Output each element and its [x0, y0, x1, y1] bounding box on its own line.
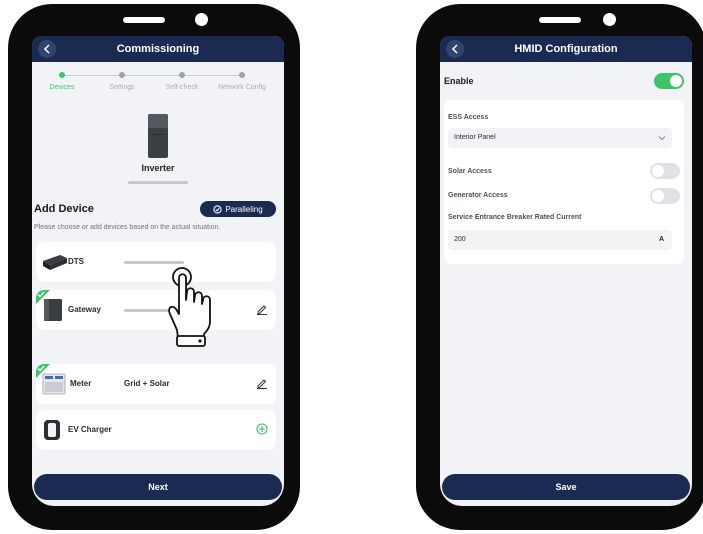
paralleling-label: Paralleling [225, 204, 263, 214]
title-bar: HMID Configuration [440, 36, 692, 62]
breaker-current-value: 200 [454, 236, 466, 243]
phone-frame-left: Commissioning Devices Settings Self-chec… [8, 4, 300, 530]
step-label-settings: Settings [109, 84, 135, 91]
toggle-knob [670, 75, 682, 87]
save-button[interactable]: Save [442, 474, 690, 500]
front-camera [195, 13, 208, 26]
progress-stepper: Devices Settings Self-check Network Conf… [32, 70, 284, 94]
step-label-self-check: Self-check [165, 84, 199, 91]
device-card-ev-charger[interactable]: EV Charger [36, 410, 276, 450]
speaker-grille [123, 17, 165, 23]
inverter-label: Inverter [141, 163, 175, 173]
page-title: Commissioning [116, 43, 200, 55]
enable-label: Enable [444, 76, 474, 86]
enable-toggle[interactable] [654, 73, 684, 89]
add-device-heading: Add Device [34, 203, 94, 215]
step-dot-devices [59, 72, 65, 78]
speaker-grille [539, 17, 581, 23]
device-card-meter[interactable]: Meter Grid + Solar [36, 364, 276, 404]
breaker-current-input[interactable]: 200 A [448, 230, 672, 250]
gateway-icon [44, 299, 62, 321]
device-name: Gateway [68, 305, 101, 314]
add-device-hint: Please choose or add devices based on th… [34, 224, 221, 231]
add-icon[interactable] [256, 423, 268, 435]
ess-access-select[interactable]: Interior Panel [448, 128, 672, 148]
next-button[interactable]: Next [34, 474, 282, 500]
solar-access-toggle[interactable] [650, 163, 680, 179]
ess-access-label: ESS Access [448, 114, 489, 121]
pointing-hand-icon [168, 267, 211, 347]
step-dot-self-check [179, 72, 185, 78]
inverter-image [148, 114, 168, 158]
device-card-dts[interactable]: DTS [36, 242, 276, 282]
commissioning-screen: Commissioning Devices Settings Self-chec… [32, 36, 284, 506]
edit-icon[interactable] [256, 377, 268, 389]
device-name: DTS [68, 257, 84, 266]
paralleling-button[interactable]: Paralleling [200, 201, 276, 217]
toggle-knob [652, 165, 664, 177]
page-title: HMID Configuration [514, 43, 618, 55]
dts-icon [43, 255, 67, 270]
device-name: EV Charger [68, 425, 112, 434]
device-card-gateway[interactable]: Gateway [36, 290, 276, 330]
device-name: Meter [70, 379, 92, 388]
generator-access-label: Generator Access [448, 192, 508, 199]
front-camera [603, 13, 616, 26]
hmid-config-screen: HMID Configuration Enable ESS Access Int… [440, 36, 692, 506]
paralleling-icon [213, 204, 222, 214]
device-value: Grid + Solar [124, 379, 170, 388]
check-icon [37, 365, 45, 372]
step-dot-settings [119, 72, 125, 78]
step-connector [122, 75, 182, 76]
config-panel: ESS Access Interior Panel Solar Access G… [444, 100, 684, 264]
ess-access-value: Interior Panel [454, 134, 496, 141]
edit-icon[interactable] [256, 303, 268, 315]
step-label-devices: Devices [49, 84, 75, 91]
title-bar: Commissioning [32, 36, 284, 62]
device-serial-redacted [124, 261, 184, 264]
step-connector [62, 75, 122, 76]
generator-access-toggle[interactable] [650, 188, 680, 204]
step-label-network-config: Network Config [218, 84, 266, 91]
meter-icon [42, 373, 66, 395]
inverter-serial-redacted [128, 181, 188, 184]
check-icon [37, 291, 45, 298]
step-dot-network-config [239, 72, 245, 78]
breaker-current-label: Service Entrance Breaker Rated Current [448, 214, 582, 221]
toggle-knob [652, 190, 664, 202]
chevron-down-icon [658, 136, 666, 141]
breaker-current-unit: A [658, 236, 664, 243]
ev-charger-icon [44, 420, 60, 440]
solar-access-label: Solar Access [448, 168, 492, 175]
phone-frame-right: HMID Configuration Enable ESS Access Int… [416, 4, 703, 530]
step-connector [182, 75, 242, 76]
